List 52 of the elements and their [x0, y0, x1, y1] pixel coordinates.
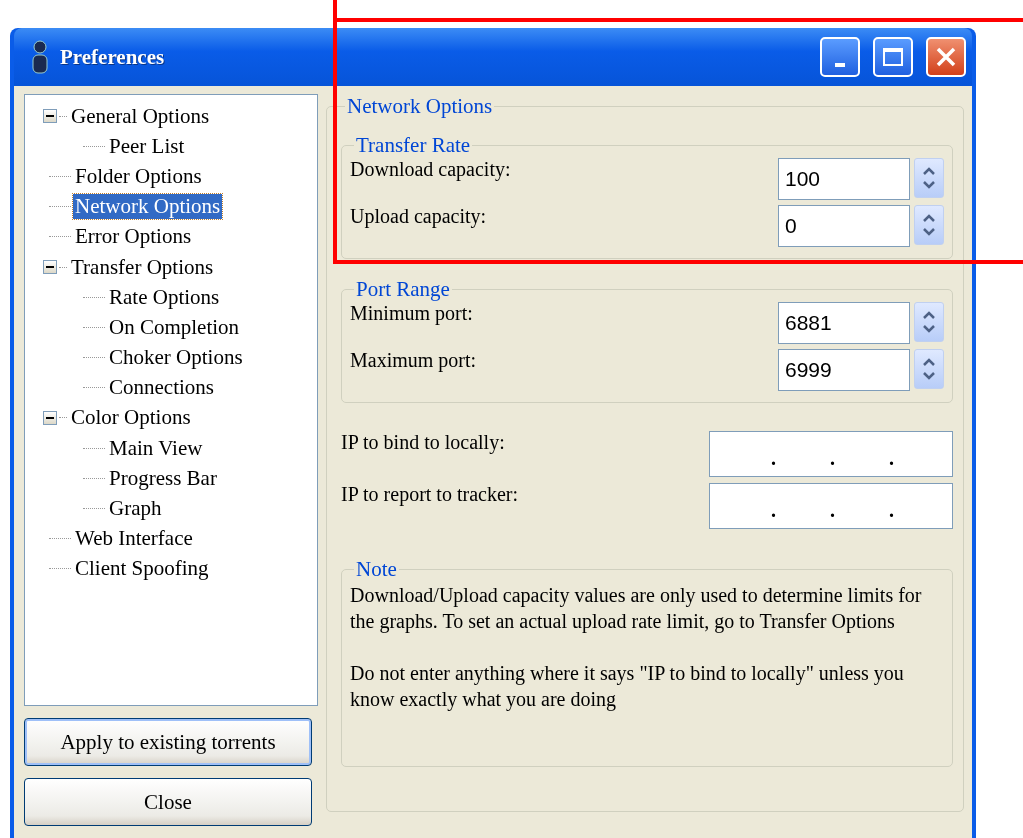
apply-button[interactable]: Apply to existing torrents — [24, 718, 312, 766]
highlight-rectangle-edge — [333, 0, 337, 20]
tree-item[interactable]: Client Spoofing — [73, 556, 211, 582]
ip-address-field[interactable]: . . . — [709, 431, 953, 477]
group-title: Note — [355, 557, 398, 582]
spin-button[interactable] — [914, 158, 944, 198]
group-title: Transfer Rate — [355, 133, 472, 158]
number-field[interactable]: 0 — [778, 205, 910, 247]
minimize-button[interactable] — [820, 37, 860, 77]
field-label: Upload capacity: — [350, 205, 487, 228]
group-title: Port Range — [355, 277, 451, 302]
tree-item[interactable]: On Completion — [107, 314, 242, 340]
tree-item[interactable]: Web Interface — [73, 526, 195, 552]
close-button[interactable] — [926, 37, 966, 77]
collapse-icon[interactable] — [43, 410, 57, 425]
tree-item[interactable]: Color Options — [69, 405, 193, 431]
group-title: Network Options — [346, 94, 494, 119]
minimize-icon — [835, 63, 845, 67]
collapse-icon[interactable] — [43, 260, 57, 275]
spin-button[interactable] — [914, 349, 944, 389]
field-label: Download capacity: — [350, 158, 511, 181]
collapse-icon[interactable] — [43, 109, 57, 124]
number-field[interactable]: 100 — [778, 158, 910, 200]
tree-item[interactable]: Peer List — [107, 133, 187, 159]
tree-item[interactable]: Main View — [107, 435, 205, 461]
spin-button[interactable] — [914, 302, 944, 342]
ip-address-field[interactable]: . . . — [709, 483, 953, 529]
number-field[interactable]: 6881 — [778, 302, 910, 344]
tree-item[interactable]: Graph — [107, 496, 164, 522]
tree-item[interactable]: General Options — [69, 103, 212, 129]
note-text: Download/Upload capacity values are only used to determine limits for the graphs. To set an actual upload rate limit, go to Transfer Options — [350, 583, 923, 634]
tree-item[interactable]: Progress Bar — [107, 465, 219, 491]
note-text: Do not enter anything where it says "IP to bind to locally" unless you know exactly what you are doing — [350, 661, 905, 712]
field-label: IP to bind to locally: — [341, 431, 505, 454]
tree-item[interactable]: Error Options — [73, 224, 194, 250]
maximize-button[interactable] — [873, 37, 913, 77]
spin-button[interactable] — [914, 205, 944, 245]
tree-item[interactable]: Folder Options — [73, 163, 204, 189]
number-field[interactable]: 6999 — [778, 349, 910, 391]
person-icon — [30, 40, 50, 74]
tree-item[interactable]: Network Options — [73, 194, 223, 220]
window-title: Preferences — [60, 44, 166, 70]
maximize-icon — [882, 47, 904, 67]
close-dialog-button[interactable]: Close — [24, 778, 312, 826]
tree-item[interactable]: Transfer Options — [69, 254, 216, 280]
close-icon — [935, 46, 957, 68]
tree-item[interactable]: Connections — [107, 375, 216, 401]
tree-item[interactable]: Rate Options — [107, 284, 222, 310]
field-label: Minimum port: — [350, 302, 473, 325]
tree-item[interactable]: Choker Options — [107, 345, 245, 371]
field-label: IP to report to tracker: — [341, 483, 518, 506]
field-label: Maximum port: — [350, 349, 477, 372]
